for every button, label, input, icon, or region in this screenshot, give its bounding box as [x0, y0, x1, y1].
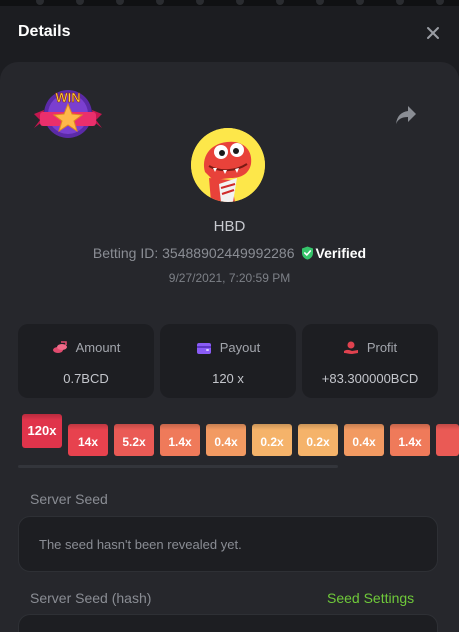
share-icon[interactable]	[394, 104, 418, 126]
dialog-title: Details	[18, 23, 71, 40]
multiplier-tile: 1.4x	[160, 424, 200, 456]
multiplier-tile: 0.2x	[252, 424, 292, 456]
betting-id-row: Betting ID: 35488902449992286 Verified	[0, 245, 459, 261]
avatar	[191, 128, 265, 202]
server-seed-field: The seed hasn't been revealed yet.	[18, 516, 438, 572]
profit-card: Profit +83.300000BCD	[302, 324, 438, 398]
verified-label: Verified	[315, 245, 367, 261]
multiplier-tile	[436, 424, 459, 456]
username: HBD	[213, 218, 246, 235]
multiplier-tile: 0.4x	[206, 424, 246, 456]
multiplier-tile: 14x	[68, 424, 108, 456]
win-badge-icon: WIN	[30, 88, 106, 144]
profit-label: Profit	[366, 340, 398, 355]
timestamp: 9/27/2021, 7:20:59 PM	[168, 271, 291, 285]
badge-text: WIN	[55, 90, 80, 105]
server-seed-label: Server Seed	[30, 491, 108, 507]
server-seed-hash-field	[18, 614, 438, 632]
betting-id-label: Betting ID:	[92, 245, 163, 261]
server-seed-value: The seed hasn't been revealed yet.	[39, 537, 242, 552]
payout-label: Payout	[219, 340, 261, 355]
coins-icon	[52, 341, 67, 353]
multiplier-tile: 1.4x	[390, 424, 430, 456]
multiplier-row: 120x 14x 5.2x 1.4x 0.4x 0.2x 0.2x 0.4x 1…	[0, 412, 459, 458]
amount-card: Amount 0.7BCD	[18, 324, 154, 398]
seed-settings-link[interactable]: Seed Settings	[327, 590, 414, 606]
amount-value: 0.7BCD	[63, 371, 109, 386]
hand-coin-icon	[343, 341, 358, 354]
betting-id-value: 35488902449992286	[162, 245, 295, 261]
multiplier-tile: 120x	[22, 414, 62, 448]
scroll-divider	[18, 465, 338, 468]
payout-value: 120 x	[212, 371, 244, 386]
multiplier-tile: 0.4x	[344, 424, 384, 456]
multiplier-tile: 0.2x	[298, 424, 338, 456]
close-icon[interactable]	[422, 22, 444, 44]
server-seed-hash-label: Server Seed (hash)	[30, 590, 152, 606]
payout-card: Payout 120 x	[160, 324, 296, 398]
wallet-icon	[196, 343, 211, 354]
verified-shield-icon	[301, 246, 314, 260]
dialog-header: Details	[0, 6, 459, 58]
multiplier-tile: 5.2x	[114, 424, 154, 456]
profit-value: +83.300000BCD	[321, 371, 419, 386]
amount-label: Amount	[75, 340, 121, 355]
